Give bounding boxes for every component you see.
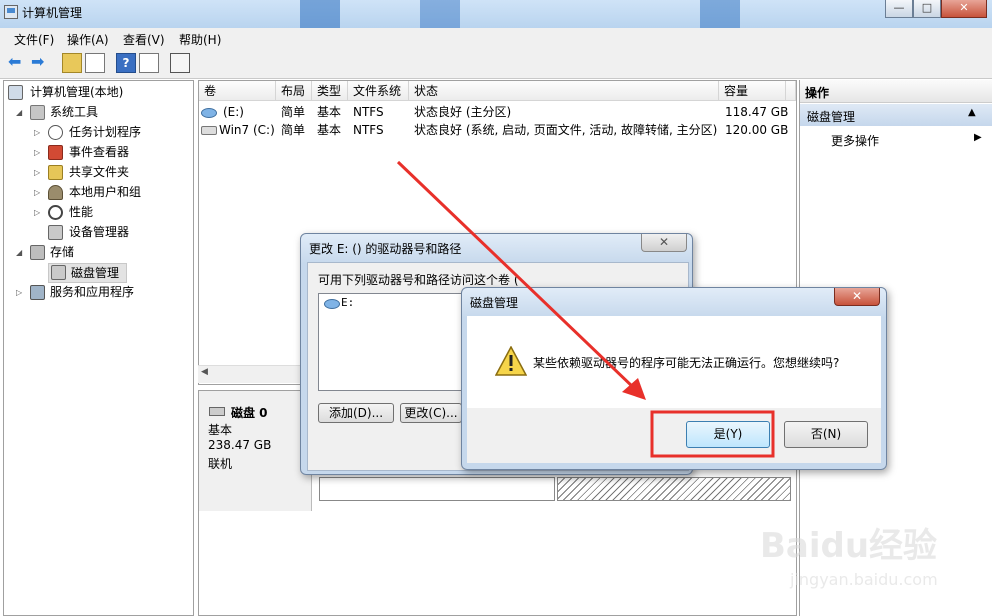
watermark-brand: Baidu经验	[760, 526, 938, 566]
annotation-highlight-box	[650, 410, 775, 458]
baidu-watermark: Baidu经验 jingyan.baidu.com	[760, 518, 980, 608]
annotation-arrow-line	[396, 160, 636, 390]
watermark-url: jingyan.baidu.com	[790, 570, 938, 589]
